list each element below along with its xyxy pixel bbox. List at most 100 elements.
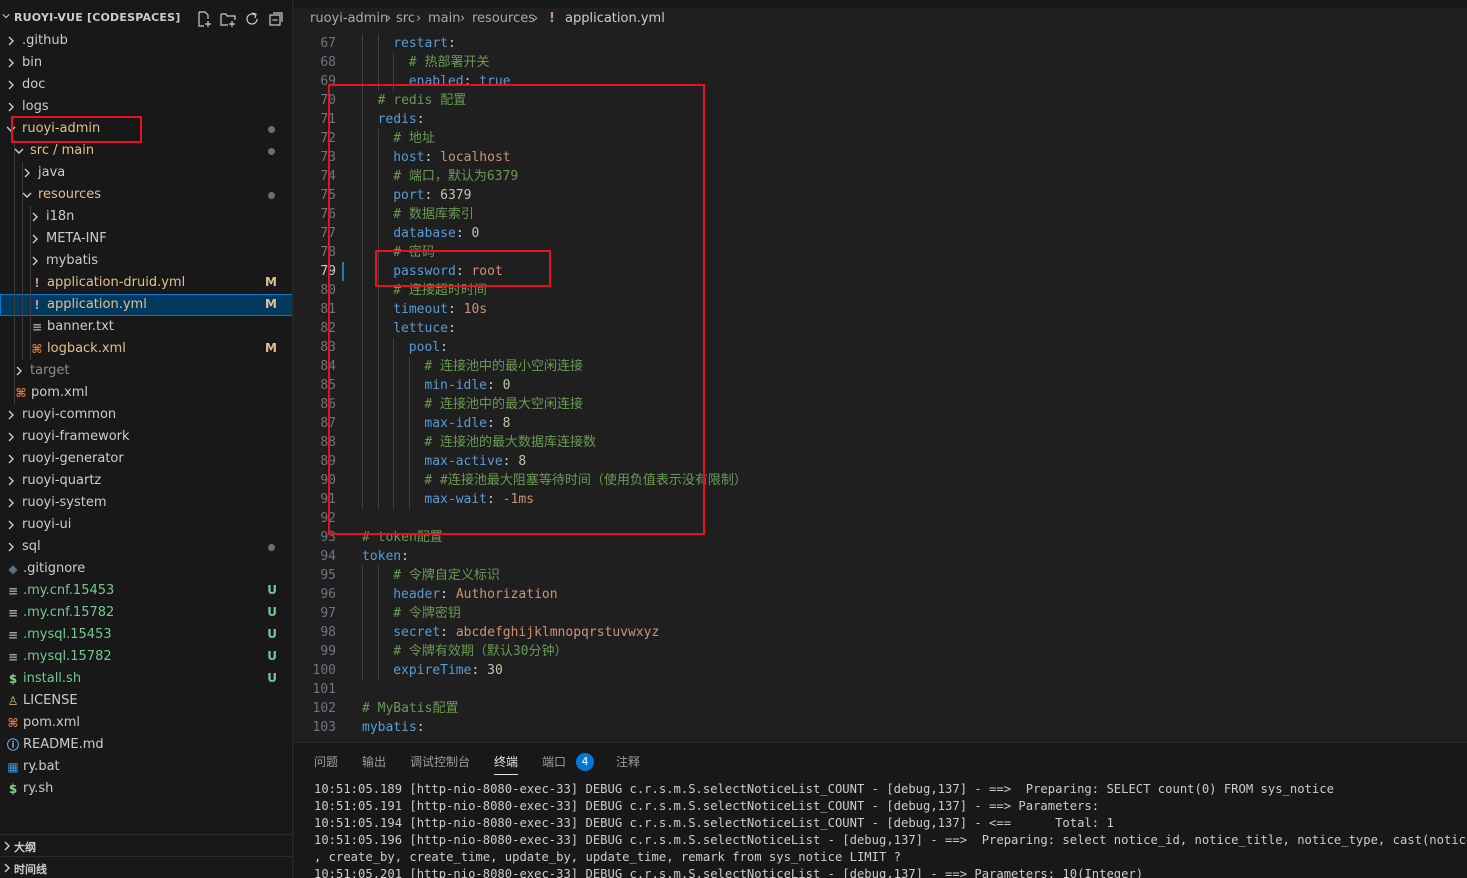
- code-editor[interactable]: 67 restart: 68 # 热部署开关 69 enabled: true 70 # re…: [294, 34, 1467, 740]
- tree-file[interactable]: $ ry.sh: [0, 778, 292, 800]
- tree-folder[interactable]: ruoyi-system: [0, 492, 292, 514]
- tab-output[interactable]: 输出: [362, 753, 386, 770]
- new-file-icon[interactable]: [195, 10, 213, 28]
- indent-guide: [393, 72, 395, 91]
- indent-guide: [377, 34, 379, 53]
- tree-file[interactable]: ▦ ry.bat: [0, 756, 292, 778]
- tree-item-label: mybatis: [46, 253, 99, 268]
- breadcrumb: ruoyi-admin › src › main › resources › !…: [294, 8, 1467, 30]
- tree-folder[interactable]: java: [0, 162, 292, 184]
- tree-file[interactable]: ≡ .my.cnf.15453 U: [0, 580, 292, 602]
- tree-file[interactable]: ⓘ README.md: [0, 734, 292, 756]
- tree-file[interactable]: ≡ .mysql.15453 U: [0, 624, 292, 646]
- breadcrumb-item[interactable]: ruoyi-admin: [310, 11, 388, 26]
- outline-section[interactable]: 大纲: [0, 834, 292, 856]
- tree-file[interactable]: ! application-druid.yml M: [0, 272, 292, 294]
- explorer-header[interactable]: RUOYI-VUE [CODESPACES]: [0, 8, 292, 28]
- indent-guide: [362, 224, 363, 243]
- breadcrumb-item[interactable]: application.yml: [565, 11, 665, 26]
- tree-file[interactable]: $ install.sh U: [0, 668, 292, 690]
- refresh-icon[interactable]: [243, 10, 261, 28]
- tree-folder[interactable]: ruoyi-quartz: [0, 470, 292, 492]
- text-file-icon: ≡: [7, 606, 19, 620]
- line-number: 79: [320, 264, 336, 279]
- code-line: 85 min-idle: 0: [294, 376, 1467, 395]
- tree-folder[interactable]: mybatis: [0, 250, 292, 272]
- tab-terminal[interactable]: 终端: [494, 753, 519, 775]
- code-line: 79 password: root: [294, 262, 1467, 281]
- line-number: 98: [320, 625, 336, 640]
- indent-guide: [14, 294, 15, 316]
- tree-folder[interactable]: bin: [0, 52, 292, 74]
- chevron-down-icon: [2, 14, 10, 19]
- tree-file[interactable]: ⌘ logback.xml M: [0, 338, 292, 360]
- tree-item-label: ruoyi-framework: [22, 429, 130, 444]
- tree-file[interactable]: ≡ banner.txt: [0, 316, 292, 338]
- tree-folder[interactable]: target: [0, 360, 292, 382]
- code-text: password: root: [393, 264, 503, 279]
- tab-ports[interactable]: 端口: [542, 753, 566, 770]
- line-number: 93: [320, 530, 336, 545]
- tree-folder[interactable]: ruoyi-ui: [0, 514, 292, 536]
- tree-item-label: src / main: [30, 143, 95, 158]
- terminal-line: 10:51:05.189 [http-nio-8080-exec-33] DEB…: [314, 782, 1334, 796]
- tree-folder[interactable]: resources: [0, 184, 292, 206]
- tree-item-label: ruoyi-admin: [22, 121, 101, 136]
- tree-item-label: logs: [22, 99, 49, 114]
- tree-folder[interactable]: META-INF: [0, 228, 292, 250]
- tab-comments[interactable]: 注释: [616, 753, 640, 770]
- code-line: 93 # token配置: [294, 528, 1467, 547]
- code-line: 88 # 连接池的最大数据库连接数: [294, 433, 1467, 452]
- tree-folder[interactable]: ruoyi-framework: [0, 426, 292, 448]
- tree-file[interactable]: ♙ LICENSE: [0, 690, 292, 712]
- code-line: 101: [294, 680, 1467, 699]
- indent-guide: [362, 357, 363, 376]
- code-line: 100 expireTime: 30: [294, 661, 1467, 680]
- tree-folder[interactable]: ruoyi-common: [0, 404, 292, 426]
- tree-folder[interactable]: doc: [0, 74, 292, 96]
- line-number: 101: [312, 682, 336, 697]
- tree-item-label: install.sh: [23, 671, 82, 686]
- indent-guide: [22, 206, 23, 228]
- tab-debug-console[interactable]: 调试控制台: [410, 753, 470, 770]
- tree-folder[interactable]: .github: [0, 30, 292, 52]
- code-text: header: Authorization: [393, 587, 558, 602]
- tree-item-label: pom.xml: [23, 715, 80, 730]
- git-status-badge: M: [265, 341, 277, 355]
- line-number: 80: [320, 283, 336, 298]
- tree-file[interactable]: ≡ .my.cnf.15782 U: [0, 602, 292, 624]
- tree-folder[interactable]: ruoyi-generator: [0, 448, 292, 470]
- timeline-section[interactable]: 时间线: [0, 856, 292, 878]
- line-number: 85: [320, 378, 336, 393]
- tree-folder[interactable]: logs: [0, 96, 292, 118]
- breadcrumb-item[interactable]: resources: [472, 11, 535, 26]
- tree-file[interactable]: ⌘ pom.xml: [0, 382, 292, 404]
- breadcrumb-item[interactable]: src: [396, 11, 415, 26]
- tree-file[interactable]: ⌘ pom.xml: [0, 712, 292, 734]
- tree-file[interactable]: ≡ .mysql.15782 U: [0, 646, 292, 668]
- code-text: # 连接池中的最小空闲连接: [424, 359, 584, 374]
- tree-item-label: ry.sh: [23, 781, 54, 796]
- code-text: # 端口，默认为6379: [393, 169, 519, 184]
- yml-file-icon: !: [549, 11, 555, 26]
- tree-folder[interactable]: i18n: [0, 206, 292, 228]
- new-folder-icon[interactable]: [219, 10, 237, 28]
- indent-guide: [377, 53, 379, 72]
- chevron-right-icon: [8, 80, 14, 90]
- tab-problems[interactable]: 问题: [314, 753, 338, 770]
- tree-folder[interactable]: ruoyi-admin: [0, 118, 292, 140]
- tree-folder[interactable]: src / main: [0, 140, 292, 162]
- code-text: # 连接超时时间: [393, 283, 487, 298]
- tree-file[interactable]: ! application.yml M: [0, 294, 292, 316]
- tree-folder[interactable]: sql: [0, 536, 292, 558]
- tree-file[interactable]: ◆ .gitignore: [0, 558, 292, 580]
- chevron-right-icon: [8, 58, 14, 68]
- chevron-right-icon: [4, 841, 10, 851]
- collapse-all-icon[interactable]: [267, 10, 285, 28]
- chevron-down-icon: [14, 148, 24, 154]
- line-number: 83: [320, 340, 336, 355]
- code-text: # 密码: [393, 245, 435, 260]
- tree-item-label: .github: [22, 33, 68, 48]
- indent-guide: [377, 585, 379, 604]
- breadcrumb-item[interactable]: main: [428, 11, 460, 26]
